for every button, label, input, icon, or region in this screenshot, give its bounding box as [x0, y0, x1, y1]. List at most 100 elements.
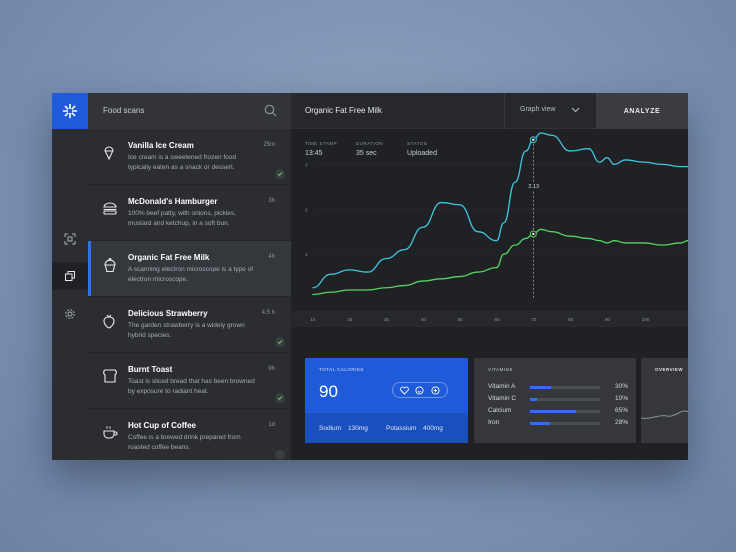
- toast-icon: [103, 369, 117, 383]
- graph-view-label: Graph view: [520, 106, 556, 113]
- app-logo[interactable]: [52, 93, 88, 129]
- x-tick-label: 40: [421, 317, 427, 322]
- scan-nav-button[interactable]: [52, 225, 88, 253]
- y-tick-label: 1: [305, 252, 308, 257]
- vitamin-bar: [530, 398, 600, 401]
- item-name: Delicious Strawberry: [128, 309, 208, 318]
- list-item[interactable]: Hot Cup of Coffee Coffee is a brewed dri…: [88, 409, 291, 460]
- vitamins-card: VITAMINS Vitamin A 30% Vitamin C 10% Cal…: [474, 358, 636, 443]
- vitamin-name: Vitamin A: [488, 383, 516, 390]
- check-icon: [275, 450, 285, 460]
- nutrient-line-chart: 1 2 3 10 20 30 40 50 60 70 80 90 100 2.13: [291, 132, 688, 327]
- graph-view-dropdown[interactable]: Graph view: [504, 93, 596, 129]
- item-name: Vanilla Ice Cream: [128, 141, 194, 150]
- detail-header: Organic Fat Free Milk Graph view ANALYZE: [291, 93, 688, 129]
- potassium-value: 400mg: [423, 425, 443, 432]
- marker-point-core-1: [532, 138, 535, 141]
- item-description: Coffee is a brewed drink prepared from r…: [128, 434, 241, 451]
- x-tick-label: 20: [347, 317, 353, 322]
- vitamin-percent: 10%: [614, 395, 628, 402]
- potassium-label: Potassium: [386, 425, 417, 432]
- library-nav-button[interactable]: [52, 262, 88, 290]
- vitamin-bar-fill: [530, 386, 551, 389]
- overview-sparkline: [641, 410, 688, 419]
- vitamin-bar-fill: [530, 410, 576, 413]
- x-tick-label: 60: [495, 317, 501, 322]
- vitamins-label: VITAMINS: [488, 367, 513, 372]
- item-description: A scanning electron microscope is a type…: [128, 266, 254, 283]
- x-tick-label: 100: [642, 317, 650, 322]
- calories-value: 90: [319, 382, 338, 401]
- item-time: 25m: [263, 142, 275, 148]
- x-tick-label: 80: [568, 317, 574, 322]
- vitamin-bar: [530, 386, 600, 389]
- vitamin-bar: [530, 422, 600, 425]
- settings-nav-button[interactable]: [52, 300, 88, 328]
- heart-icon[interactable]: [400, 386, 410, 395]
- x-tick-label: 10: [310, 317, 316, 322]
- cupcake-icon: [104, 257, 116, 273]
- check-icon: [275, 393, 285, 403]
- search-icon[interactable]: [264, 104, 277, 117]
- y-tick-label: 2: [305, 207, 308, 212]
- x-tick-label: 70: [531, 317, 537, 322]
- list-item[interactable]: Burnt Toast Toast is sliced bread that h…: [88, 353, 291, 409]
- item-description: The garden strawberry is a widely grown …: [128, 322, 245, 339]
- vitamin-bar-fill: [530, 398, 537, 401]
- sodium-label: Sodium: [319, 425, 342, 432]
- plus-circle-icon[interactable]: [431, 385, 440, 395]
- app-window: Food scans Vanilla Ice Cream Ice cream i…: [52, 93, 688, 460]
- overview-label: OVERVIEW: [655, 367, 684, 372]
- list-item[interactable]: Delicious Strawberry The garden strawber…: [88, 297, 291, 353]
- gear-icon: [65, 309, 75, 319]
- ice-cream-icon: [104, 146, 114, 161]
- stack-icon: [65, 271, 75, 281]
- item-time: 3h: [268, 198, 275, 204]
- vitamin-name: Iron: [488, 419, 500, 426]
- item-time: 1d: [268, 422, 275, 428]
- list-item[interactable]: McDonald's Hamburger 100% beef patty, wi…: [88, 185, 291, 241]
- vitamin-row: Calcium 65%: [488, 406, 628, 416]
- total-calories-card: TOTAL CALORIES 90 Sodium 130mg Potassium…: [305, 358, 468, 443]
- marker-value-label: 2.13: [528, 184, 539, 190]
- sparkle-logo-icon: [62, 103, 78, 119]
- scan-icon: [64, 233, 76, 245]
- series-line-1: [312, 132, 688, 289]
- list-title: Food scans: [103, 106, 145, 115]
- vitamin-bar: [530, 410, 600, 413]
- list-header: Food scans: [88, 93, 291, 129]
- vitamin-row: Vitamin A 30%: [488, 382, 628, 392]
- left-rail: [52, 93, 88, 460]
- item-time: 9h: [268, 366, 275, 372]
- vitamin-row: Iron 28%: [488, 418, 628, 428]
- chevron-down-icon: [571, 107, 580, 113]
- item-time: 4.5 h: [261, 310, 275, 316]
- coffee-icon: [103, 426, 118, 439]
- analyze-button[interactable]: ANALYZE: [596, 93, 688, 129]
- y-tick-label: 3: [305, 162, 308, 167]
- item-name: Burnt Toast: [128, 365, 173, 374]
- sodium-value: 130mg: [348, 425, 368, 432]
- smiley-icon[interactable]: [415, 385, 425, 395]
- strawberry-icon: [103, 314, 115, 329]
- calories-label: TOTAL CALORIES: [319, 367, 364, 372]
- nutrient-icon-group[interactable]: [392, 382, 448, 398]
- x-tick-label: 30: [384, 317, 390, 322]
- check-icon: [275, 337, 285, 347]
- overview-card[interactable]: OVERVIEW: [641, 358, 688, 443]
- vitamin-percent: 28%: [614, 419, 628, 426]
- vitamin-percent: 30%: [614, 383, 628, 390]
- item-description: Ice cream is a sweetened frozen food typ…: [128, 154, 237, 171]
- x-tick-label: 90: [605, 317, 611, 322]
- list-item-selected[interactable]: Organic Fat Free Milk A scanning electro…: [88, 241, 291, 297]
- detail-panel: Organic Fat Free Milk Graph view ANALYZE…: [291, 93, 688, 460]
- vitamin-name: Vitamin C: [488, 395, 517, 402]
- series-line-2: [312, 228, 688, 296]
- list-item[interactable]: Vanilla Ice Cream Ice cream is a sweeten…: [88, 129, 291, 185]
- x-tick-label: 50: [458, 317, 464, 322]
- vitamin-row: Vitamin C 10%: [488, 394, 628, 404]
- vitamin-percent: 65%: [614, 407, 628, 414]
- item-name: Organic Fat Free Milk: [128, 253, 210, 262]
- check-icon: [275, 169, 285, 179]
- page-title: Organic Fat Free Milk: [305, 106, 382, 115]
